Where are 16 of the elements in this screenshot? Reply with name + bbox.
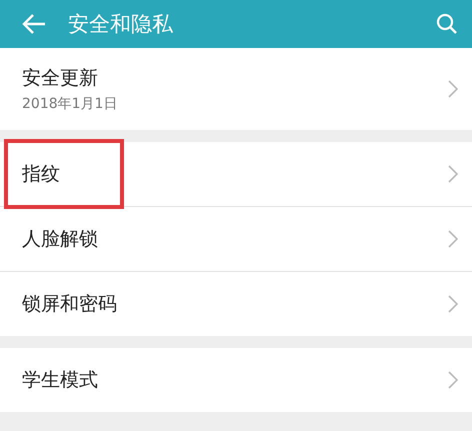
setting-title[interactable]: 人脸解锁 (22, 226, 448, 252)
chevron-icon (448, 80, 458, 98)
setting-subtitle: 2018年1月1日 (22, 95, 118, 113)
screen-title: 安全和隐私 (68, 11, 174, 38)
chevron-icon (448, 295, 458, 313)
chevron-icon (448, 230, 458, 248)
chevron-icon (448, 165, 458, 183)
setting-title[interactable]: 指纹 (22, 161, 448, 187)
search-icon (436, 13, 458, 35)
setting-title[interactable]: 安全更新 (22, 65, 448, 91)
back-icon (22, 13, 46, 35)
chevron-icon (448, 371, 458, 389)
search-button[interactable] (436, 13, 458, 35)
setting-title[interactable]: 锁屏和密码 (22, 291, 448, 317)
setting-title[interactable]: 学生模式 (22, 367, 448, 393)
back-button[interactable] (22, 13, 46, 35)
